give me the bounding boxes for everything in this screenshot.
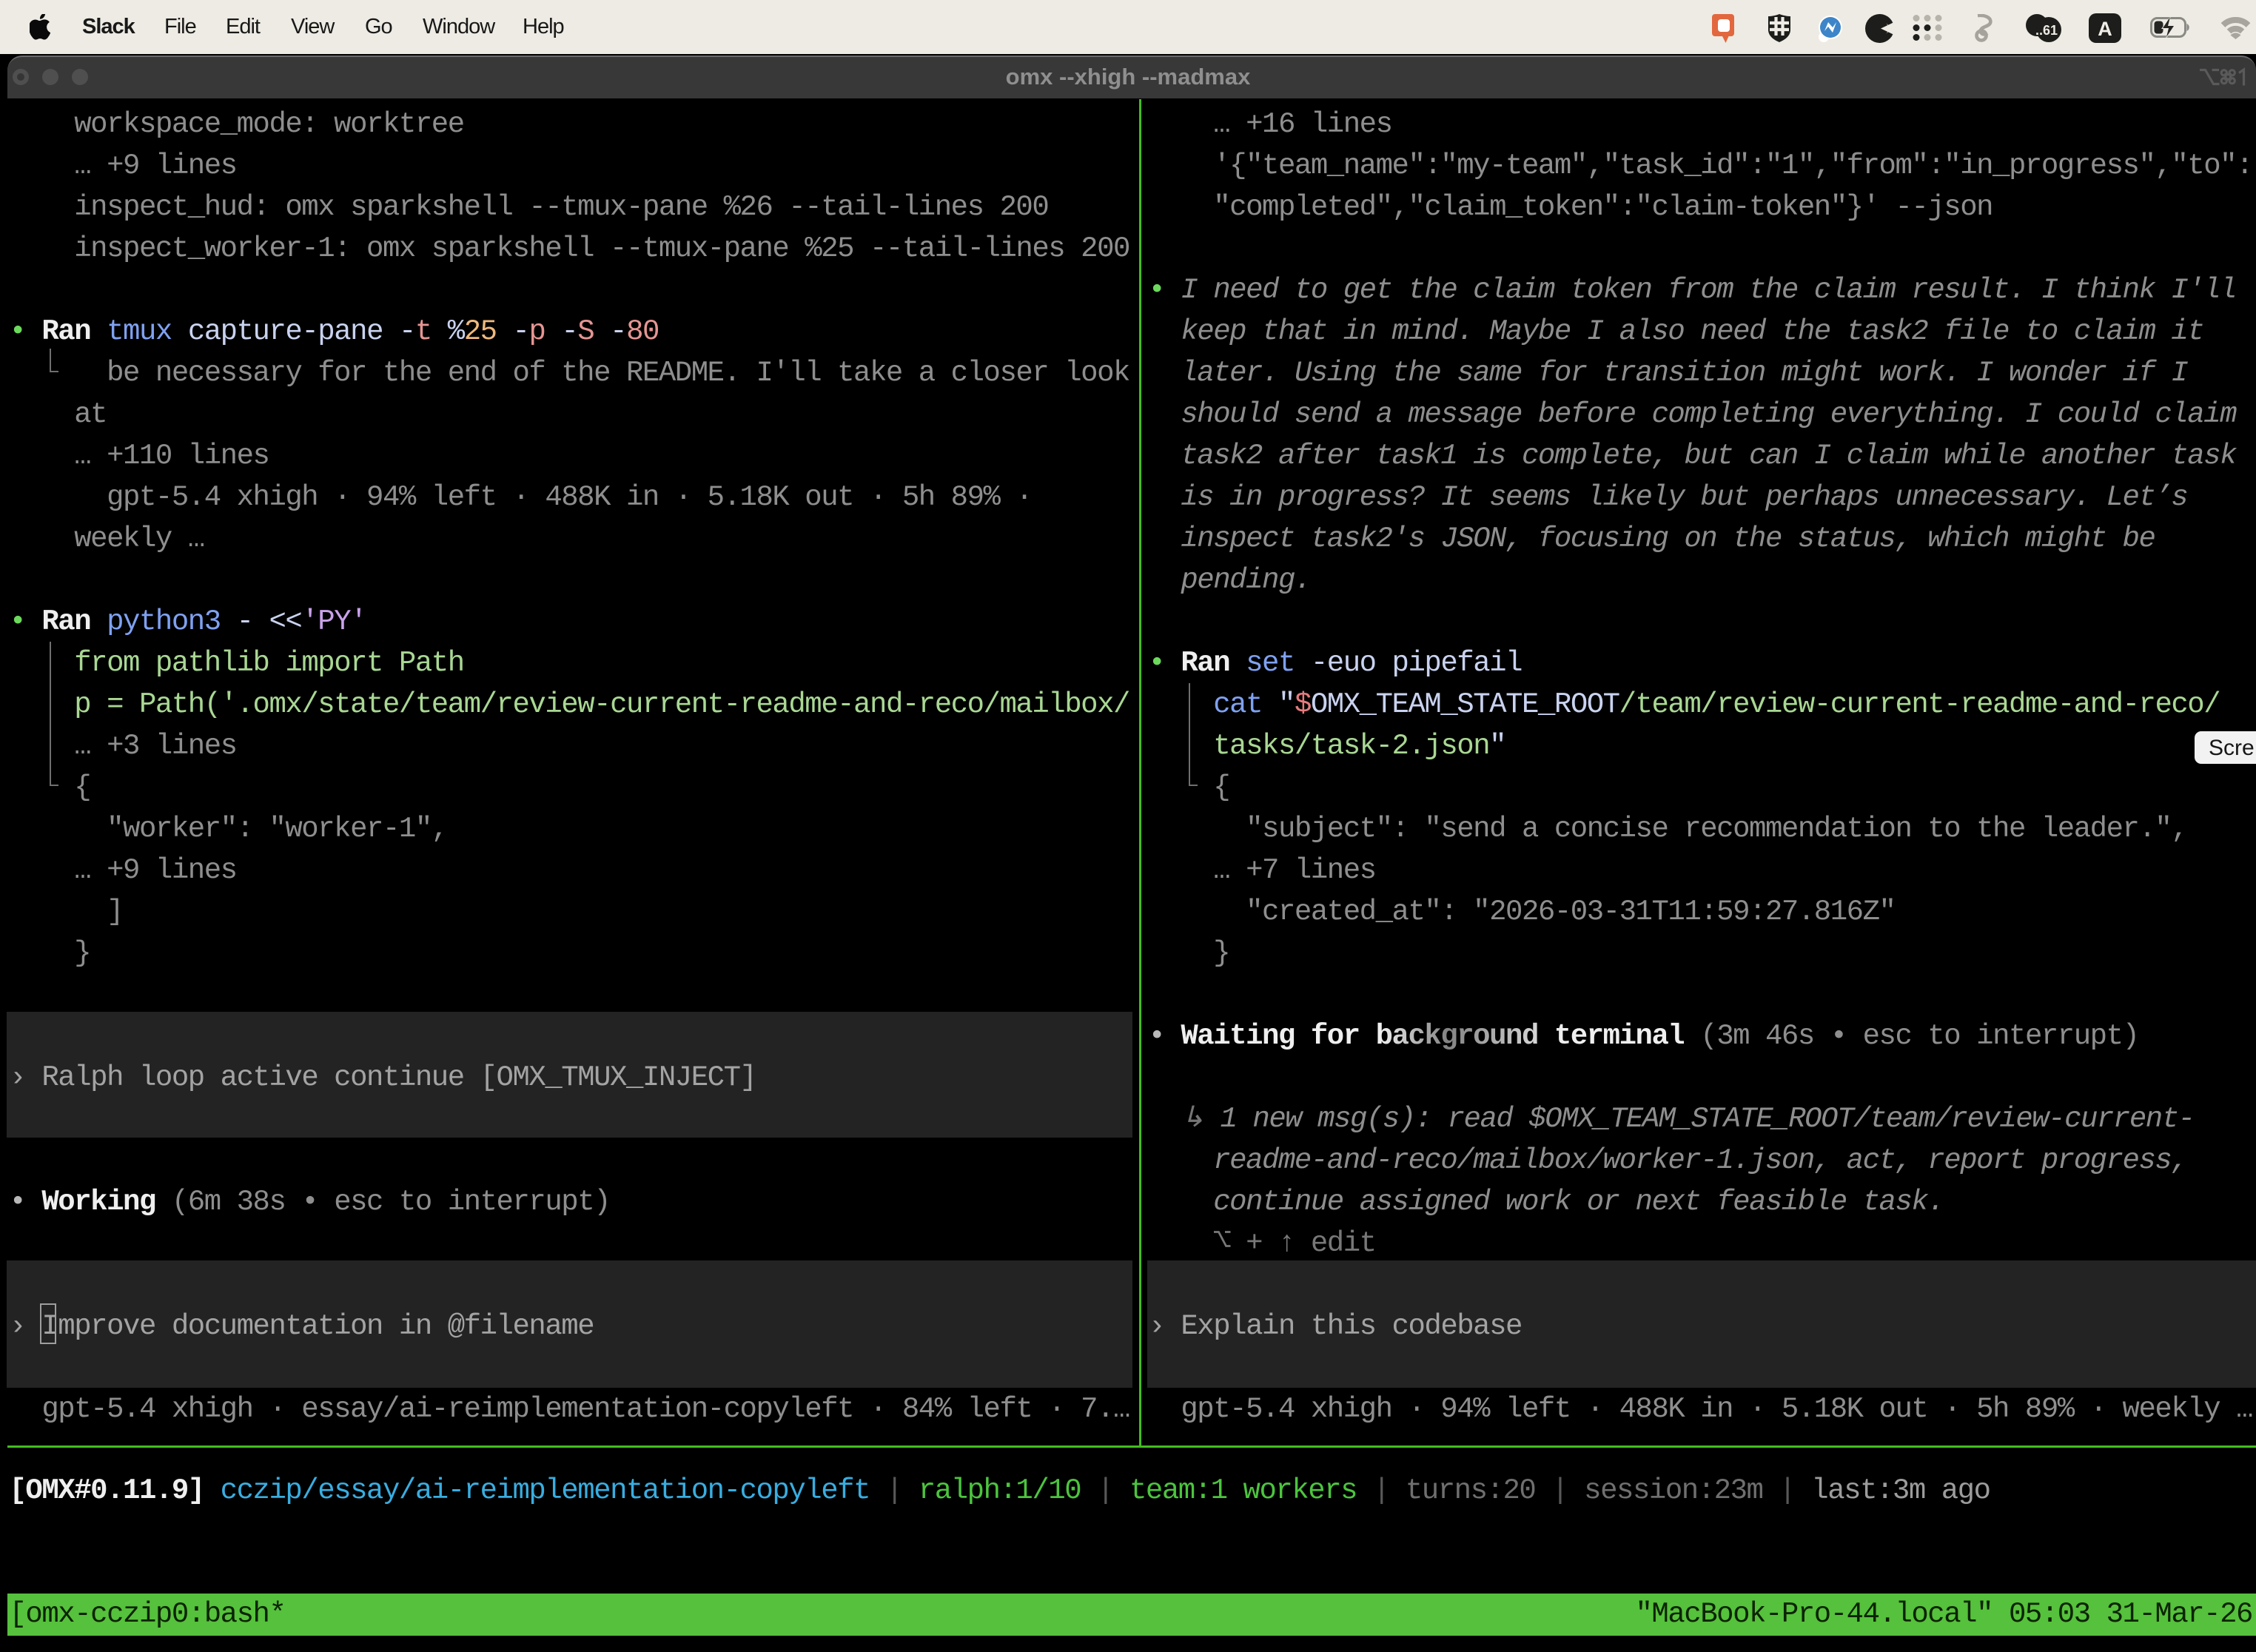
svg-text:A: A <box>2098 18 2112 40</box>
svg-text:..61: ..61 <box>2035 23 2058 38</box>
